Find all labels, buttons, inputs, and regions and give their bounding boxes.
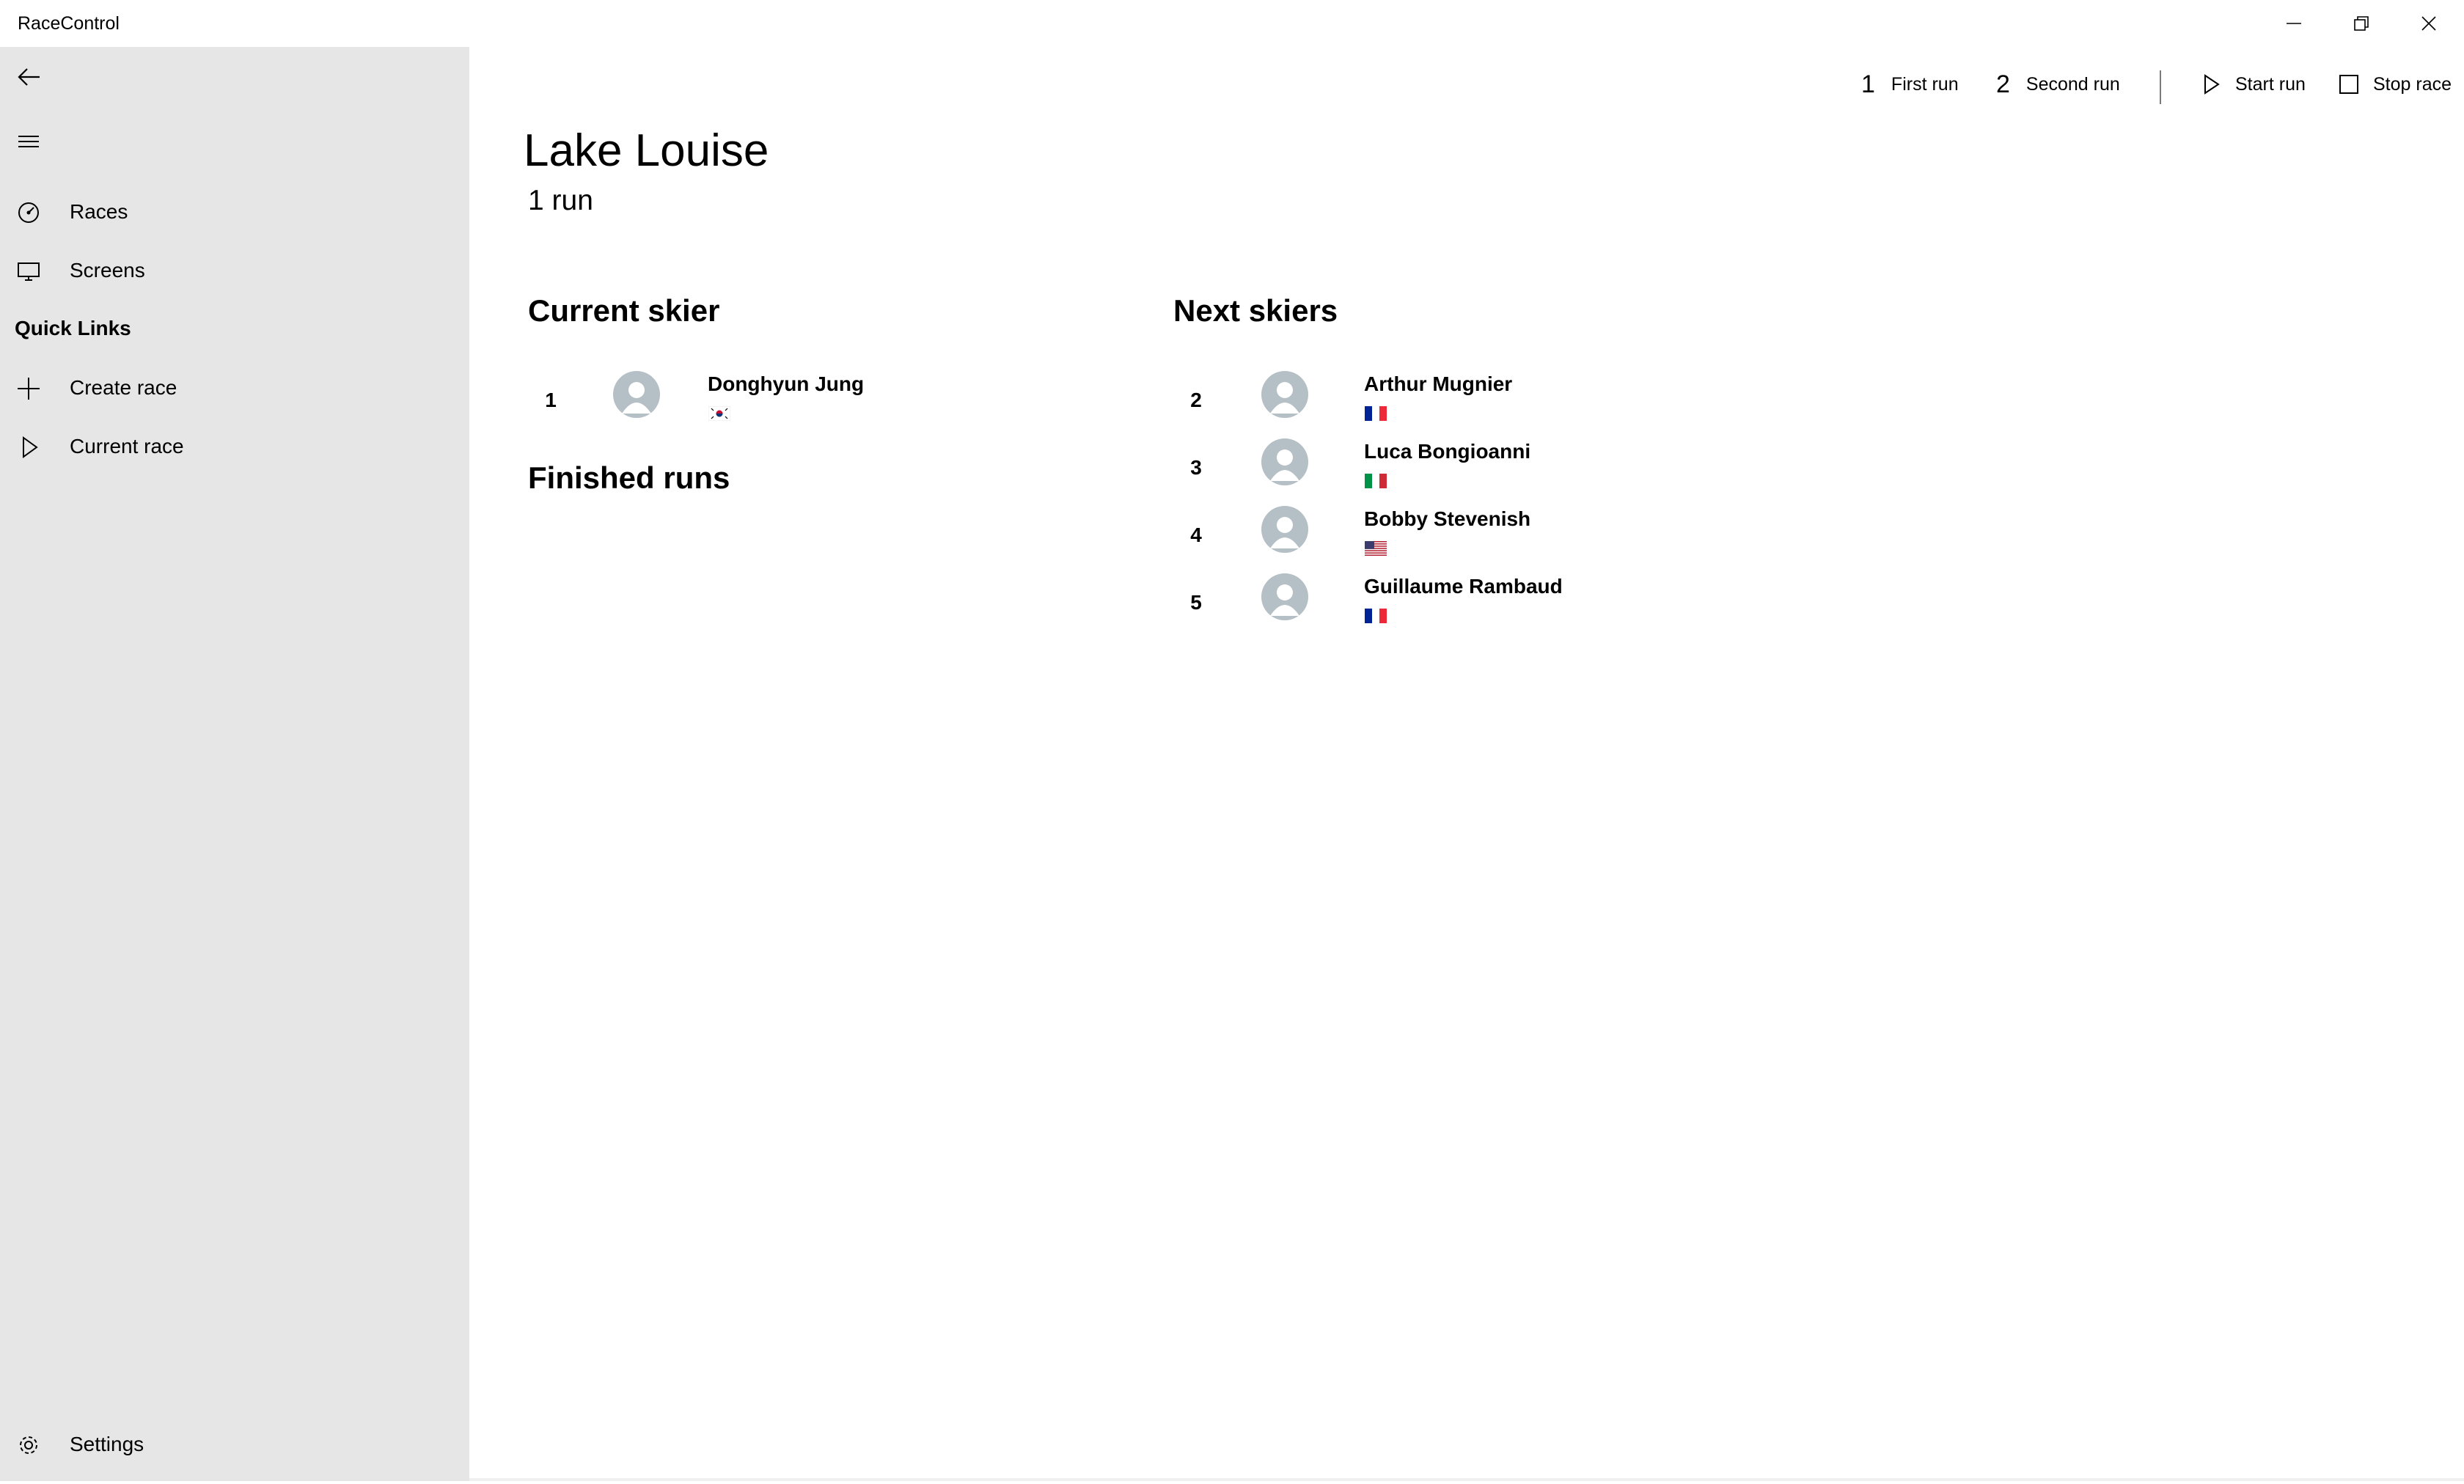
bib-number: 1	[545, 389, 557, 411]
start-run-label: Start run	[2235, 73, 2306, 95]
sidebar-item-races[interactable]: Races	[0, 183, 469, 241]
avatar	[1261, 506, 1308, 553]
stop-icon	[2339, 75, 2358, 94]
stop-race-label: Stop race	[2373, 73, 2452, 95]
close-icon	[2421, 16, 2436, 31]
first-run-label: First run	[1891, 73, 1959, 95]
avatar	[1261, 371, 1308, 418]
sidebar-item-settings[interactable]: Settings	[0, 1415, 469, 1474]
sidebar-item-label: Create race	[70, 376, 177, 399]
page-title: Lake Louise	[524, 125, 769, 176]
app-title: RaceControl	[18, 13, 120, 34]
flag-kor-icon	[708, 406, 730, 421]
person-icon	[1270, 584, 1299, 616]
avatar	[1261, 573, 1308, 620]
speedometer-icon	[18, 202, 39, 223]
current-skier-row: 1 Donghyun Jung	[540, 371, 1053, 438]
hamburger-menu-button[interactable]	[0, 111, 59, 170]
current-skier-heading: Current skier	[528, 293, 720, 328]
sidebar-item-create-race[interactable]: Create race	[0, 359, 469, 417]
sidebar-item-current-race[interactable]: Current race	[0, 417, 469, 476]
person-icon	[1270, 382, 1299, 414]
flag-usa-icon	[1365, 541, 1387, 556]
bib-number: 4	[1190, 524, 1202, 546]
quick-links-heading: Quick Links	[15, 317, 131, 339]
minimize-icon	[2287, 23, 2301, 24]
second-run-label: Second run	[2025, 73, 2120, 95]
skier-name: Bobby Stevenish	[1364, 507, 1531, 530]
first-run-number: 1	[1861, 70, 1875, 98]
plus-icon	[18, 378, 40, 400]
second-run-number: 2	[1996, 70, 2010, 98]
restore-icon	[2354, 16, 2369, 31]
bib-number: 3	[1190, 456, 1202, 479]
person-icon	[1270, 449, 1299, 481]
person-icon	[1270, 517, 1299, 548]
flag-ita-icon	[1365, 474, 1387, 488]
close-button[interactable]	[2395, 0, 2463, 47]
bib-number: 5	[1190, 591, 1202, 614]
back-button[interactable]	[0, 47, 59, 106]
sidebar-item-label: Races	[70, 200, 128, 223]
command-separator	[2160, 70, 2161, 104]
finished-runs-heading: Finished runs	[528, 460, 730, 495]
page-subtitle: 1 run	[528, 185, 593, 216]
avatar	[1261, 438, 1308, 485]
flag-fra-icon	[1365, 406, 1387, 421]
monitor-icon	[18, 262, 40, 281]
gear-icon	[20, 1436, 37, 1454]
list-item: 4 Bobby Stevenish	[1185, 506, 1698, 573]
sidebar-item-label: Current race	[70, 435, 184, 458]
bottom-edge	[469, 1478, 2464, 1481]
sidebar-item-label: Settings	[70, 1433, 144, 1455]
sidebar-item-label: Screens	[70, 259, 145, 282]
skier-name: Guillaume Rambaud	[1364, 575, 1563, 598]
start-run-button[interactable]: Start run	[2200, 66, 2306, 103]
person-icon	[622, 382, 651, 414]
play-icon	[23, 436, 38, 458]
stop-race-button[interactable]: Stop race	[2338, 66, 2452, 103]
skier-name: Donghyun Jung	[708, 372, 865, 395]
flag-fra-icon	[1365, 609, 1387, 623]
next-skiers-heading: Next skiers	[1173, 293, 1338, 328]
title-bar: RaceControl	[0, 0, 2464, 47]
skier-name: Arthur Mugnier	[1364, 372, 1513, 395]
avatar	[613, 371, 660, 418]
minimize-button[interactable]	[2260, 0, 2328, 47]
back-arrow-icon	[18, 68, 40, 86]
play-icon	[2204, 74, 2220, 95]
bib-number: 2	[1190, 389, 1202, 411]
list-item: 2 Arthur Mugnier	[1185, 371, 1698, 438]
second-run-button[interactable]: 2 Second run	[1996, 66, 2120, 103]
list-item: 3 Luca Bongioanni	[1185, 438, 1698, 506]
hamburger-icon	[18, 136, 39, 147]
first-run-button[interactable]: 1 First run	[1861, 66, 1959, 103]
navigation-pane: Races Screens Quick Links Create race Cu…	[0, 47, 469, 1481]
list-item: 5 Guillaume Rambaud	[1185, 573, 1698, 641]
sidebar-item-screens[interactable]: Screens	[0, 241, 469, 300]
restore-button[interactable]	[2328, 0, 2395, 47]
skier-name: Luca Bongioanni	[1364, 440, 1531, 463]
